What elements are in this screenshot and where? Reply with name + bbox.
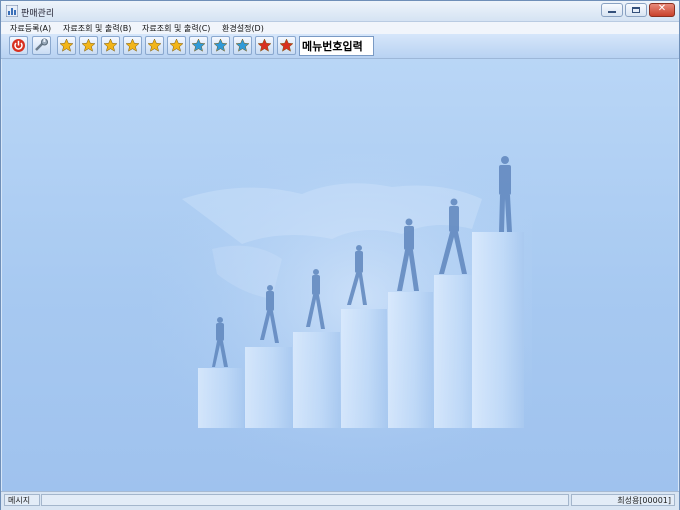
star-icon — [279, 38, 294, 52]
star-icon — [59, 38, 74, 52]
star-icon — [191, 38, 206, 52]
window-title: 판매관리 — [21, 9, 55, 19]
message-text — [41, 494, 569, 506]
maximize-button[interactable] — [625, 3, 647, 17]
close-icon: ✕ — [657, 3, 667, 14]
star-icon — [125, 38, 140, 52]
toolbar-star-button-5[interactable] — [145, 36, 164, 55]
status-bar: 메시지 최성용[00001] — [1, 491, 679, 510]
toolbar-star-button-4[interactable] — [123, 36, 142, 55]
title-bar[interactable]: 판매관리 ✕ — [1, 1, 679, 22]
close-button[interactable]: ✕ — [649, 3, 675, 17]
menu-data-entry[interactable]: 자료등록(A) — [10, 23, 51, 34]
menu-bar: 자료등록(A) 자료조회 및 출력(B) 자료조회 및 출력(C) 환경설정(D… — [1, 22, 679, 34]
toolbar-star-button-11[interactable] — [277, 36, 296, 55]
toolbar-star-button-3[interactable] — [101, 36, 120, 55]
user-info: 최성용[00001] — [571, 494, 675, 506]
menu-settings[interactable]: 환경설정(D) — [222, 23, 264, 34]
star-icon — [103, 38, 118, 52]
minimize-button[interactable] — [601, 3, 623, 17]
menu-number-input[interactable] — [299, 36, 374, 56]
message-label: 메시지 — [4, 494, 40, 506]
toolbar-star-button-7[interactable] — [189, 36, 208, 55]
tools-button[interactable] — [32, 36, 51, 55]
power-icon — [12, 39, 25, 52]
main-window: 판매관리 ✕ 자료등록(A) 자료조회 및 출력(B) 자료조회 및 출력(C)… — [0, 0, 680, 510]
power-button[interactable] — [9, 36, 28, 55]
window-controls: ✕ — [601, 3, 675, 18]
star-icon — [213, 38, 228, 52]
maximize-icon — [632, 7, 640, 13]
star-icon — [81, 38, 96, 52]
star-icon — [147, 38, 162, 52]
background-illustration — [152, 154, 532, 474]
minimize-icon — [608, 11, 616, 13]
toolbar-star-button-10[interactable] — [255, 36, 274, 55]
tools-icon — [35, 38, 48, 51]
menu-query-print-b[interactable]: 자료조회 및 출력(B) — [63, 23, 131, 34]
workspace-background — [2, 59, 678, 491]
star-icon — [257, 38, 272, 52]
toolbar-star-button-8[interactable] — [211, 36, 230, 55]
toolbar-star-button-2[interactable] — [79, 36, 98, 55]
star-icon — [169, 38, 184, 52]
star-icon — [235, 38, 250, 52]
toolbar-star-button-9[interactable] — [233, 36, 252, 55]
app-icon — [6, 5, 18, 17]
toolbar-star-button-1[interactable] — [57, 36, 76, 55]
toolbar-star-button-6[interactable] — [167, 36, 186, 55]
menu-query-print-c[interactable]: 자료조회 및 출력(C) — [142, 23, 210, 34]
